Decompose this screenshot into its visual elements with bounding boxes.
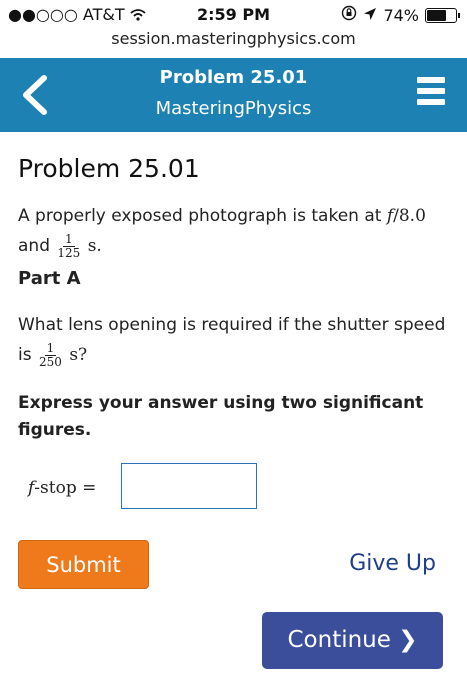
intro-fraction: 1 125	[57, 231, 81, 260]
app-header: Problem 25.01 MasteringPhysics	[0, 58, 467, 132]
continue-label: Continue	[287, 627, 391, 653]
submit-button[interactable]: Submit	[18, 540, 149, 589]
problem-title: Problem 25.01	[18, 154, 200, 183]
battery-icon	[425, 7, 460, 23]
problem-statement: A properly exposed photograph is taken a…	[18, 201, 448, 261]
intro-text: A properly exposed photograph is taken a…	[18, 206, 382, 226]
intro-fstop-value: /8.0	[393, 206, 426, 226]
header-subtitle: MasteringPhysics	[155, 98, 312, 119]
question-unit: s?	[69, 345, 88, 365]
battery-fill	[427, 9, 446, 21]
intro-and: and	[18, 236, 50, 256]
question-fraction: 1 250	[39, 340, 62, 369]
part-a-question: What lens opening is required if the shu…	[18, 310, 448, 370]
chevron-right-icon: ❯	[398, 627, 418, 653]
status-bar: ●●○○○ AT&T 2:59 PM 74%	[0, 0, 467, 26]
browser-url[interactable]: session.masteringphysics.com	[0, 29, 467, 48]
hamburger-icon	[417, 77, 445, 105]
header-title: Problem 25.01	[159, 67, 308, 88]
answer-label: f-stop =	[28, 478, 96, 498]
menu-button[interactable]	[417, 77, 445, 113]
answer-input[interactable]	[121, 463, 257, 509]
give-up-link[interactable]: Give Up	[349, 551, 436, 576]
answer-instruction: Express your answer using two significan…	[18, 393, 424, 440]
fraction-numerator: 1	[63, 231, 75, 247]
question-is: is	[18, 345, 32, 365]
question-text: What lens opening is required if the shu…	[18, 315, 446, 335]
rotation-lock-icon	[341, 5, 357, 25]
fraction-numerator: 1	[44, 340, 57, 356]
intro-unit: s.	[87, 236, 102, 256]
fraction-denominator: 250	[39, 354, 62, 369]
answer-label-rest: -stop =	[34, 478, 97, 498]
intro-fstop: f/8.0	[387, 206, 426, 226]
part-a-label[interactable]: Part A	[18, 268, 81, 289]
fraction-denominator: 125	[57, 245, 81, 260]
location-arrow-icon	[363, 6, 377, 25]
continue-button[interactable]: Continue ❯	[262, 612, 443, 669]
status-right: 74%	[341, 5, 460, 25]
battery-percent: 74%	[383, 5, 419, 25]
